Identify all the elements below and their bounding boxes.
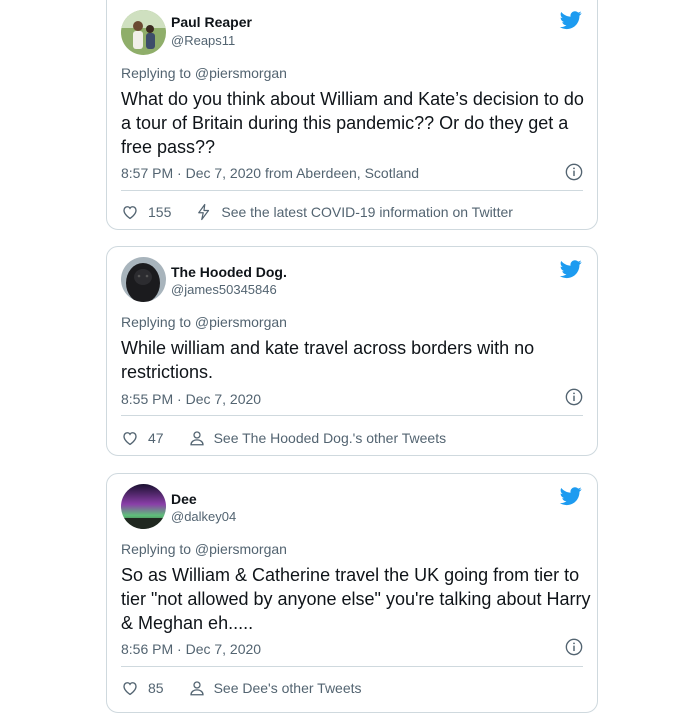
author-name[interactable]: Dee <box>171 491 197 507</box>
divider <box>121 190 583 191</box>
author-handle[interactable]: @dalkey04 <box>171 509 236 524</box>
replying-to[interactable]: Replying to @piersmorgan <box>121 541 287 557</box>
other-tweets-link[interactable]: See Dee's other Tweets <box>214 680 362 696</box>
info-icon[interactable] <box>565 638 583 656</box>
heart-icon[interactable] <box>121 429 139 447</box>
like-count: 155 <box>148 204 172 220</box>
heart-icon[interactable] <box>121 679 139 697</box>
divider <box>121 666 583 667</box>
tweet-text: What do you think about William and Kate… <box>121 89 584 157</box>
avatar[interactable] <box>121 257 166 302</box>
tweet-actions: 85 See Dee's other Tweets <box>121 679 362 697</box>
info-icon[interactable] <box>565 388 583 406</box>
tweet-actions: 155 See the latest COVID-19 information … <box>121 203 513 221</box>
person-icon[interactable] <box>188 429 206 447</box>
replying-to[interactable]: Replying to @piersmorgan <box>121 65 287 81</box>
tweet-text: So as William & Catherine travel the UK … <box>121 565 591 633</box>
heart-icon[interactable] <box>121 203 139 221</box>
tweet-timestamp[interactable]: 8:56 PM · Dec 7, 2020 <box>121 641 261 657</box>
tweet-actions: 47 See The Hooded Dog.'s other Tweets <box>121 429 446 447</box>
tweet-card[interactable]: The Hooded Dog. @james50345846 Replying … <box>106 246 598 456</box>
avatar[interactable] <box>121 10 166 55</box>
other-tweets-link[interactable]: See The Hooded Dog.'s other Tweets <box>214 430 447 446</box>
tweet-text: While william and kate travel across bor… <box>121 338 535 382</box>
tweet-timestamp[interactable]: 8:57 PM · Dec 7, 2020 from Aberdeen, Sco… <box>121 165 419 181</box>
author-handle[interactable]: @james50345846 <box>171 282 277 297</box>
avatar[interactable] <box>121 484 166 529</box>
tweet-card[interactable]: Paul Reaper @Reaps11 Replying to @piersm… <box>106 0 598 230</box>
replying-to[interactable]: Replying to @piersmorgan <box>121 314 287 330</box>
lightning-icon[interactable] <box>195 203 213 221</box>
twitter-bird-icon[interactable] <box>559 258 583 280</box>
author-handle[interactable]: @Reaps11 <box>171 33 235 48</box>
covid-info-link[interactable]: See the latest COVID-19 information on T… <box>221 204 513 220</box>
person-icon[interactable] <box>188 679 206 697</box>
like-count: 85 <box>148 680 164 696</box>
twitter-bird-icon[interactable] <box>559 9 583 31</box>
divider <box>121 415 583 416</box>
tweet-card[interactable]: Dee @dalkey04 Replying to @piersmorgan S… <box>106 473 598 713</box>
twitter-bird-icon[interactable] <box>559 485 583 507</box>
info-icon[interactable] <box>565 163 583 181</box>
author-name[interactable]: Paul Reaper <box>171 14 252 30</box>
author-name[interactable]: The Hooded Dog. <box>171 264 287 280</box>
like-count: 47 <box>148 430 164 446</box>
tweet-timestamp[interactable]: 8:55 PM · Dec 7, 2020 <box>121 391 261 407</box>
